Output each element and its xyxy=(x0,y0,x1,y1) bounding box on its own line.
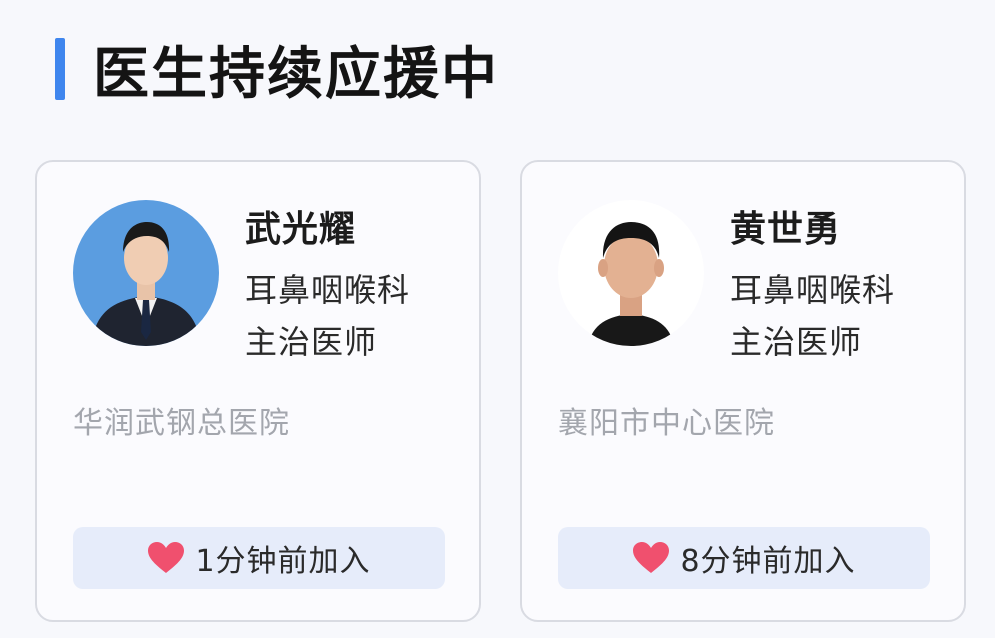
doctor-support-page: 医生持续应援中 武光耀 耳鼻咽喉科 主治医师 华润武钢总医院 1分钟前加入 黄世… xyxy=(0,0,995,638)
doctor-avatar-icon xyxy=(73,200,219,346)
section-header: 医生持续应援中 xyxy=(55,30,499,108)
join-time-text: 8分钟前加入 xyxy=(680,544,856,579)
heart-icon xyxy=(148,542,185,573)
join-status-pill: 1分钟前加入 xyxy=(73,527,445,589)
doctor-department: 耳鼻咽喉科 xyxy=(730,271,896,309)
section-title: 医生持续应援中 xyxy=(93,41,499,107)
doctor-hospital: 华润武钢总医院 xyxy=(73,406,290,441)
doctor-title: 主治医师 xyxy=(245,323,378,361)
doctor-card[interactable]: 武光耀 耳鼻咽喉科 主治医师 华润武钢总医院 1分钟前加入 xyxy=(35,160,481,622)
join-status-pill: 8分钟前加入 xyxy=(558,527,930,589)
doctor-department: 耳鼻咽喉科 xyxy=(245,271,411,309)
doctor-name: 武光耀 xyxy=(245,209,357,250)
join-time-text: 1分钟前加入 xyxy=(195,544,371,579)
doctor-name: 黄世勇 xyxy=(730,209,842,250)
doctor-hospital: 襄阳市中心医院 xyxy=(558,406,775,441)
doctor-title: 主治医师 xyxy=(730,323,863,361)
doctor-avatar-icon xyxy=(558,200,704,346)
section-accent-bar xyxy=(55,38,65,100)
heart-icon xyxy=(633,542,670,573)
doctor-card[interactable]: 黄世勇 耳鼻咽喉科 主治医师 襄阳市中心医院 8分钟前加入 xyxy=(520,160,966,622)
